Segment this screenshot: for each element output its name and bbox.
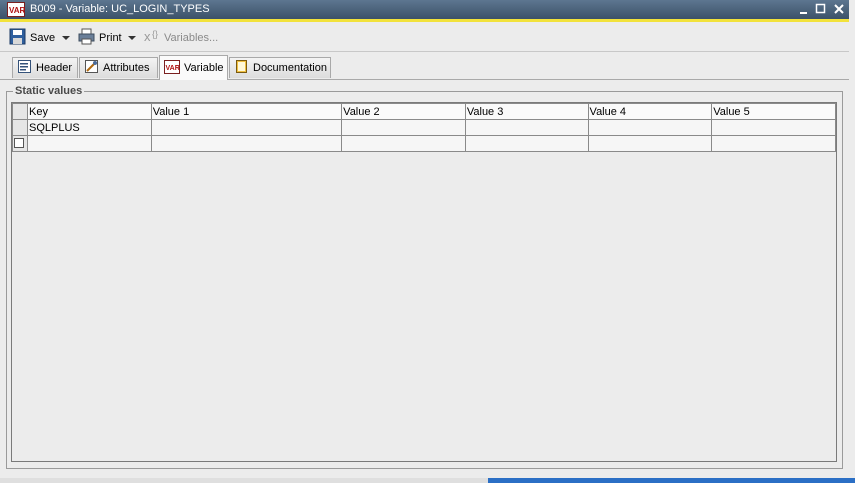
minimize-icon[interactable] [796,1,812,17]
svg-text:VAR: VAR [9,6,25,15]
tab-attributes-label: Attributes [103,62,150,74]
print-dropdown-chevron-icon[interactable] [128,36,136,40]
table-row: SQLPLUS [12,119,836,136]
column-header-value-2[interactable]: Value 2 [341,103,466,120]
tab-documentation-label: Documentation [253,62,327,74]
tab-attributes[interactable]: Attributes [79,57,158,78]
table-cell[interactable] [341,135,466,152]
column-header-value-4[interactable]: Value 4 [587,103,713,120]
window-right-edge [849,0,855,483]
printer-icon [78,28,95,48]
tab-strip: Header Attributes VAR Variable Documenta… [0,52,855,80]
save-dropdown-chevron-icon[interactable] [62,36,70,40]
table-cell[interactable] [464,119,589,136]
status-strip [0,478,488,483]
tab-header[interactable]: Header [12,57,78,78]
svg-text:x: x [144,29,151,44]
column-header-key[interactable]: Key [26,103,152,120]
column-header-value-1[interactable]: Value 1 [150,103,343,120]
static-values-label: Static values [13,85,85,97]
table-cell[interactable] [150,135,343,152]
column-header-value-3[interactable]: Value 3 [464,103,589,120]
table-cell[interactable] [587,135,713,152]
taskbar-strip [488,478,855,483]
table-cell[interactable] [711,135,836,152]
tab-variable[interactable]: VAR Variable [159,55,228,80]
table-cell[interactable] [587,119,713,136]
table-cell[interactable] [711,119,836,136]
var-icon: VAR [164,59,180,77]
table-cell[interactable] [464,135,589,152]
values-table: Key Value 1 Value 2 Value 3 Value 4 Valu… [12,103,836,152]
table-header-row: Key Value 1 Value 2 Value 3 Value 4 Valu… [12,103,836,120]
documentation-icon [234,59,249,77]
column-header-value-5[interactable]: Value 5 [711,103,836,120]
tab-header-label: Header [36,62,73,74]
print-button[interactable]: Print [78,28,122,48]
row-selector-header [12,103,28,120]
save-icon [9,28,26,48]
new-row-selector[interactable] [12,135,28,152]
var-icon: VAR [7,2,26,20]
svg-text:{}: {} [152,29,158,39]
tab-documentation[interactable]: Documentation [229,57,331,78]
variables-button[interactable]: x {} Variables... [144,28,218,48]
attributes-icon [84,59,99,77]
save-button[interactable]: Save [9,28,55,48]
row-selector[interactable] [12,119,28,136]
static-values-grid[interactable]: Key Value 1 Value 2 Value 3 Value 4 Valu… [11,102,837,462]
table-cell[interactable] [26,135,152,152]
table-cell[interactable]: SQLPLUS [26,119,152,136]
svg-text:VAR: VAR [166,65,180,72]
new-row-icon [14,138,24,148]
header-icon [17,59,32,77]
maximize-icon[interactable] [813,1,829,17]
save-label: Save [30,32,56,44]
toolbar: Save Print x {} Variables... [0,22,855,52]
window-titlebar: VAR B009 - Variable: UC_LOGIN_TYPES [0,0,855,19]
tab-baseline [0,79,855,80]
table-cell[interactable] [150,119,343,136]
variables-icon: x {} [144,28,160,48]
variables-label: Variables... [164,32,219,44]
tab-variable-label: Variable [184,62,224,74]
print-label: Print [99,32,122,44]
close-icon[interactable] [831,1,847,17]
table-cell[interactable] [341,119,466,136]
table-row-new [12,135,836,152]
window-title: B009 - Variable: UC_LOGIN_TYPES [30,3,210,15]
